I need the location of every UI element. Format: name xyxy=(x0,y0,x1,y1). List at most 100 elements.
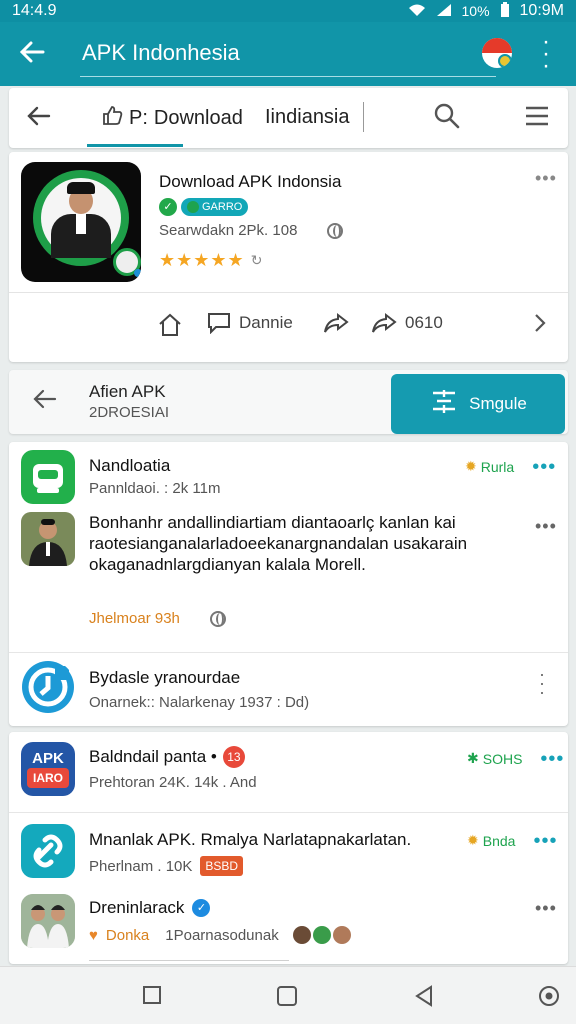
participant-avatar xyxy=(332,926,351,944)
icon-person-shirt xyxy=(76,214,86,234)
comment-button[interactable]: Dannie xyxy=(207,312,293,334)
status-left-text: 14:4.9 xyxy=(12,2,57,19)
participant-avatar xyxy=(292,926,311,944)
participant-avatar xyxy=(312,926,331,944)
back-arrow-icon[interactable] xyxy=(33,388,57,416)
home-square-icon[interactable] xyxy=(276,985,298,1012)
tab-indonesia[interactable]: Iindiansia xyxy=(265,106,350,129)
count-badge: 13 xyxy=(222,746,245,768)
wifi-icon xyxy=(408,3,426,20)
tab-separator xyxy=(363,102,364,132)
filter-icon xyxy=(429,389,459,420)
search-icon[interactable] xyxy=(433,102,461,135)
thumbs-up-icon xyxy=(101,104,123,132)
chevron-right-icon[interactable] xyxy=(533,312,547,334)
list-item-right[interactable]: ✹ Rurla ••• xyxy=(465,457,556,477)
refresh-icon: ↻ xyxy=(250,252,264,268)
list-item-title[interactable]: Dreninlarack xyxy=(89,898,184,918)
back-triangle-icon[interactable] xyxy=(414,985,434,1012)
rating-row: ★★★★★ ↻ xyxy=(159,250,263,271)
profile-avatar[interactable] xyxy=(482,38,512,68)
app-card[interactable]: Download APK Indonsia ✓ GARRO Searwdakn … xyxy=(9,152,568,362)
hamburger-menu-icon[interactable] xyxy=(525,106,549,131)
verified-pill: GARRO xyxy=(181,198,249,216)
participant-avatars[interactable] xyxy=(292,926,351,944)
green-check-badge-icon: ✓ xyxy=(159,198,177,216)
globe-icon xyxy=(209,610,226,627)
assistant-circle-icon[interactable] xyxy=(538,985,560,1012)
system-nav-bar xyxy=(0,966,576,1024)
battery-percent: 10% xyxy=(461,3,490,19)
signal-icon xyxy=(436,3,452,20)
more-horizontal-icon[interactable]: ••• xyxy=(535,516,557,537)
icon-mini-avatar xyxy=(113,248,141,277)
home-icon[interactable] xyxy=(157,312,183,338)
group-avatar[interactable] xyxy=(21,894,75,948)
back-arrow-icon[interactable] xyxy=(27,102,51,133)
comment-label: Dannie xyxy=(239,313,293,332)
sun-icon: ✹ xyxy=(467,832,479,848)
single-button[interactable]: Smgule xyxy=(391,374,565,434)
recents-square-icon[interactable] xyxy=(142,985,162,1010)
meta-label[interactable]: Donka xyxy=(106,927,149,944)
list-item-right[interactable]: ✱ SOHS ••• xyxy=(467,749,564,769)
list-item-title-row: Dreninlarack ✓ xyxy=(89,898,211,918)
forward-button[interactable]: 0610 xyxy=(371,312,443,334)
status-icons: 10% 10:9M xyxy=(408,1,564,21)
forward-label: 0610 xyxy=(405,313,443,332)
link-app-icon[interactable] xyxy=(21,824,75,878)
list-item-subtitle: Onarnek:: Nalarkenay 1937 : Dd) xyxy=(89,694,310,711)
list-item-subtitle: Prehtoran 24K. 14k . And xyxy=(89,774,257,791)
list-card: APK IARO Baldndail panta • 13 Prehtoran … xyxy=(9,732,568,964)
list-item-subtitle: 1Poarnasodunak xyxy=(165,926,279,944)
list-item-right-label: SOHS xyxy=(482,750,523,767)
more-horizontal-icon[interactable]: ••• xyxy=(540,749,564,769)
more-vertical-icon[interactable]: · · · xyxy=(539,665,546,701)
chat-app-icon[interactable] xyxy=(21,450,75,504)
tab-bar: P: Download Iindiansia xyxy=(9,88,568,148)
more-horizontal-icon[interactable]: ••• xyxy=(535,898,557,919)
tab-download-label: Download xyxy=(153,106,243,129)
sun-icon: ✹ xyxy=(465,458,477,474)
app-title: APK Indonhesia xyxy=(82,40,240,65)
more-horizontal-icon[interactable]: ••• xyxy=(533,831,557,851)
app-icon[interactable] xyxy=(21,162,141,282)
list-item-title[interactable]: Nandloatia xyxy=(89,456,170,476)
post-avatar[interactable] xyxy=(21,512,75,566)
clock-app-icon[interactable] xyxy=(21,660,75,714)
row-divider xyxy=(9,652,568,653)
rating-stars: ★★★★★ xyxy=(159,250,245,270)
app-card-title: Download APK Indonsia xyxy=(159,172,342,191)
tab-download[interactable]: P: Download xyxy=(101,104,243,132)
list-item-subtitle-row: Pherlnam . 10K BSBD xyxy=(89,856,244,876)
more-horizontal-icon[interactable]: ••• xyxy=(535,168,557,189)
globe-icon xyxy=(327,222,344,239)
card-divider xyxy=(9,292,568,293)
more-vertical-icon[interactable]: · · · xyxy=(536,30,556,78)
post-text: Bonhanhr andallindiartiam diantaoarlç ka… xyxy=(89,513,468,574)
list-item-right[interactable]: ✹ Bnda ••• xyxy=(467,831,557,851)
list-item-title[interactable]: Mnanlak APK. Rmalya Narlatapnakarlatan. xyxy=(89,830,411,850)
app-bar: APK Indonhesia · · · xyxy=(0,22,576,86)
share-icon[interactable] xyxy=(323,312,349,334)
status-bar: 14:4.9 10% 10:9M xyxy=(0,0,576,22)
pill-dot-icon xyxy=(187,201,199,213)
list-item-meta-row: ♥ Donka 1Poarnasodunak xyxy=(89,926,351,944)
post-author[interactable]: Jhelmoar 93h xyxy=(89,610,180,627)
post-author-row: Jhelmoar 93h xyxy=(89,610,226,627)
back-arrow-icon[interactable] xyxy=(0,38,64,70)
row-divider xyxy=(9,812,568,813)
app-card-subtitle: Searwdakn 2Pk. 108 xyxy=(159,222,298,239)
app-card-subtitle-row: Searwdakn 2Pk. 108 xyxy=(159,222,344,239)
list-item-subtitle: Pherlnam . 10K xyxy=(89,857,193,875)
single-button-label: Smgule xyxy=(469,394,527,413)
avatar-badge xyxy=(498,54,512,68)
scroll-fade-line xyxy=(89,960,289,961)
more-horizontal-icon[interactable]: ••• xyxy=(532,457,556,477)
list-item-subtitle: Pannldaoi. : 2k 11m xyxy=(89,480,221,497)
list-item-title[interactable]: Bydasle yranourdae xyxy=(89,668,240,688)
list-item-title[interactable]: Baldndail panta • xyxy=(89,747,217,767)
apk-app-icon[interactable]: APK IARO xyxy=(21,742,75,796)
tab-prefix: P: xyxy=(129,106,148,129)
verified-badge-icon: ✓ xyxy=(192,899,211,917)
